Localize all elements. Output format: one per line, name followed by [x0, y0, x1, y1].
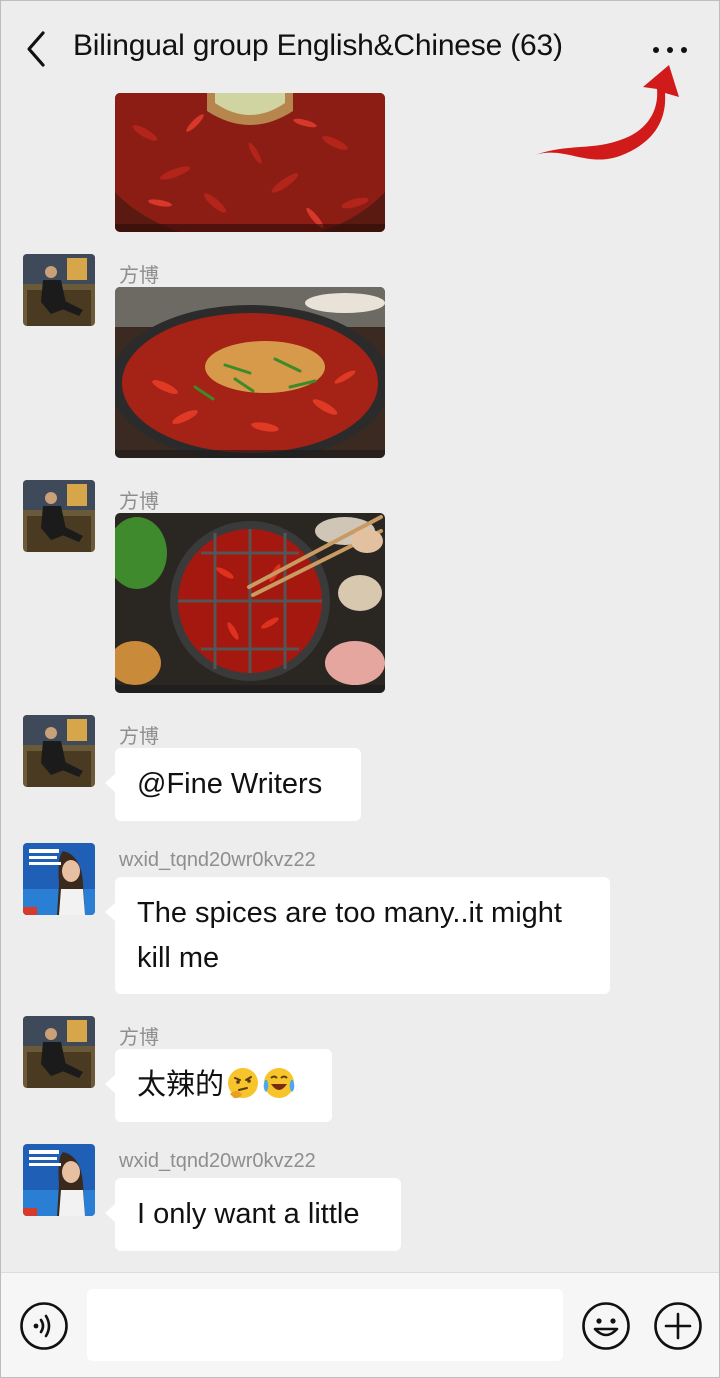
message-bubble[interactable]: @Fine Writers	[105, 748, 361, 821]
voice-button[interactable]	[19, 1301, 69, 1351]
chevron-left-icon	[27, 31, 45, 67]
back-button[interactable]	[19, 29, 55, 69]
dot	[653, 47, 659, 53]
avatar[interactable]	[23, 1144, 95, 1216]
dot	[667, 47, 673, 53]
message-text: 太辣的	[137, 1069, 225, 1101]
message-text-line: kill me	[137, 942, 220, 974]
avatar[interactable]	[23, 480, 95, 552]
rolling-laughing-emoji	[263, 1068, 295, 1098]
message-text: I only want a little	[137, 1198, 360, 1230]
hotpot-with-chopsticks-photo[interactable]	[115, 513, 385, 693]
message-bubble[interactable]: 太辣的	[105, 1049, 332, 1122]
emoji-icon	[582, 1302, 630, 1350]
sender-name: wxid_tqnd20wr0kvz22	[119, 849, 316, 871]
message-input[interactable]	[87, 1289, 563, 1361]
chat-title: Bilingual group English&Chinese (63)	[73, 29, 563, 62]
thinking-face-emoji	[228, 1068, 259, 1099]
chat-screen: Bilingual group English&Chinese (63) 方博 …	[0, 0, 720, 1378]
more-functions-button[interactable]	[653, 1301, 703, 1351]
more-options-button[interactable]	[647, 31, 693, 67]
message-text-line: The spices are too many..it might	[137, 897, 562, 929]
emoji-button[interactable]	[581, 1301, 631, 1351]
plus-icon	[654, 1302, 702, 1350]
sender-name: 方博	[119, 265, 159, 287]
message-bubble[interactable]: I only want a little	[105, 1178, 401, 1251]
avatar[interactable]	[23, 1016, 95, 1088]
sender-name: 方博	[119, 1027, 159, 1049]
annotation-arrow-icon	[535, 65, 679, 160]
input-bar	[1, 1272, 719, 1377]
sender-name: 方博	[119, 726, 159, 748]
avatar[interactable]	[23, 715, 95, 787]
avatar[interactable]	[23, 843, 95, 915]
dot	[681, 47, 687, 53]
avatar[interactable]	[23, 254, 95, 326]
hotpot-photo-partial[interactable]	[115, 93, 385, 232]
hotpot-photo[interactable]	[115, 287, 385, 458]
voice-icon	[20, 1302, 68, 1350]
message-text: @Fine Writers	[137, 768, 323, 800]
sender-name: 方博	[119, 491, 159, 513]
message-bubble[interactable]: The spices are too many..it might kill m…	[105, 877, 610, 994]
sender-name: wxid_tqnd20wr0kvz22	[119, 1150, 316, 1172]
